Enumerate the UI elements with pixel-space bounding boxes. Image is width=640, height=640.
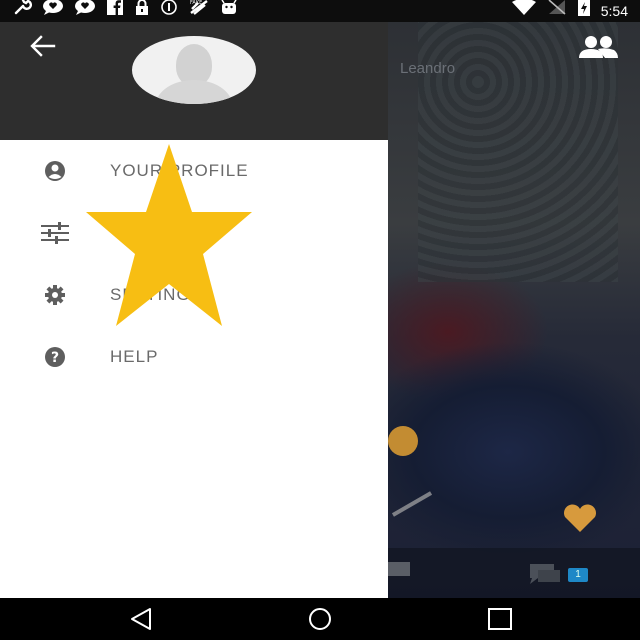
avatar[interactable] bbox=[132, 36, 256, 104]
signal-off-icon bbox=[547, 0, 567, 23]
svg-text:FAKE: FAKE bbox=[190, 0, 202, 6]
group-icon[interactable] bbox=[576, 34, 620, 62]
angry-emoji-icon bbox=[388, 426, 418, 456]
decorative-stroke bbox=[391, 491, 433, 517]
satellite-icon: FAKE bbox=[188, 0, 210, 24]
wifi-icon bbox=[511, 0, 537, 23]
menu-item-help[interactable]: ? HELP bbox=[0, 326, 388, 388]
lock-icon bbox=[134, 0, 150, 23]
android-icon bbox=[220, 0, 238, 23]
home-circle-icon[interactable] bbox=[304, 606, 336, 632]
back-triangle-icon[interactable] bbox=[126, 606, 158, 632]
gear-icon bbox=[45, 285, 65, 305]
account-circle-icon bbox=[45, 161, 65, 181]
recents-square-icon[interactable] bbox=[484, 606, 516, 632]
back-arrow-icon[interactable] bbox=[26, 32, 60, 60]
chat-count-badge: 1 bbox=[568, 568, 588, 582]
info-circle-icon bbox=[160, 0, 178, 23]
sliders-icon bbox=[41, 222, 69, 244]
svg-text:?: ? bbox=[51, 350, 59, 366]
clock-time: 5:54 bbox=[600, 3, 628, 19]
bottom-tab[interactable] bbox=[388, 562, 410, 576]
drawer-header bbox=[0, 22, 388, 140]
remote-user-name: Leandro bbox=[400, 60, 456, 77]
menu-item-label: HELP bbox=[110, 347, 159, 366]
status-bar: FAKE 5:54 bbox=[0, 0, 640, 22]
chat-heart-icon bbox=[74, 0, 96, 23]
battery-charging-icon bbox=[577, 0, 591, 24]
star-icon bbox=[86, 144, 252, 326]
navigation-bar bbox=[0, 598, 640, 640]
wrench-icon bbox=[14, 0, 33, 23]
video-bottom-bar bbox=[388, 548, 640, 598]
avatar-silhouette-body bbox=[156, 80, 232, 104]
chat-icon[interactable] bbox=[528, 562, 564, 586]
heart-icon[interactable] bbox=[562, 504, 598, 534]
chat-heart-icon bbox=[42, 0, 64, 23]
video-background: Leandro 1 bbox=[388, 22, 640, 598]
facebook-icon bbox=[106, 0, 124, 23]
help-circle-icon: ? bbox=[45, 347, 65, 367]
